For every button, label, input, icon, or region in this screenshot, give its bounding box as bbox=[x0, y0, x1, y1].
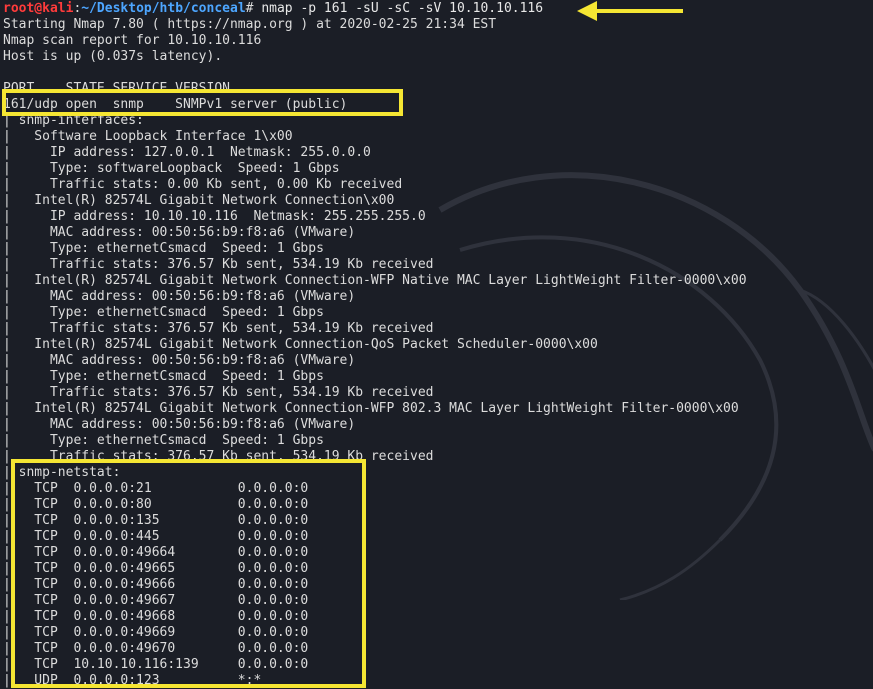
output-line: | TCP 0.0.0.0:49670 0.0.0.0:0 bbox=[3, 641, 309, 656]
output-line: | MAC address: 00:50:56:b9:f8:a6 (VMware… bbox=[3, 353, 356, 368]
output-line: | MAC address: 00:50:56:b9:f8:a6 (VMware… bbox=[3, 289, 356, 304]
output-line: | IP address: 127.0.0.1 Netmask: 255.0.0… bbox=[3, 145, 371, 160]
output-line: | TCP 0.0.0.0:49669 0.0.0.0:0 bbox=[3, 625, 309, 640]
command-text: nmap -p 161 -sU -sC -sV 10.10.10.116 bbox=[261, 1, 544, 16]
output-line: | TCP 0.0.0.0:49664 0.0.0.0:0 bbox=[3, 545, 309, 560]
arrow-left-icon bbox=[577, 1, 683, 21]
output-line: | TCP 10.10.10.116:139 0.0.0.0:0 bbox=[3, 657, 309, 672]
output-line: | Traffic stats: 376.57 Kb sent, 534.19 … bbox=[3, 385, 434, 400]
output-line: | Intel(R) 82574L Gigabit Network Connec… bbox=[3, 273, 747, 288]
output-line: | TCP 0.0.0.0:49667 0.0.0.0:0 bbox=[3, 593, 309, 608]
output-line: | Type: ethernetCsmacd Speed: 1 Gbps bbox=[3, 369, 324, 384]
output-line: Nmap scan report for 10.10.10.116 bbox=[3, 33, 262, 48]
output-line: | TCP 0.0.0.0:49666 0.0.0.0:0 bbox=[3, 577, 309, 592]
output-line: | snmp-netstat: bbox=[3, 465, 121, 480]
output-line: | IP address: 10.10.10.116 Netmask: 255.… bbox=[3, 209, 426, 224]
output-line: | Intel(R) 82574L Gigabit Network Connec… bbox=[3, 193, 395, 208]
prompt-user: root@kali bbox=[3, 1, 74, 16]
output-line: | Type: ethernetCsmacd Speed: 1 Gbps bbox=[3, 305, 324, 320]
output-line: | Traffic stats: 376.57 Kb sent, 534.19 … bbox=[3, 257, 434, 272]
output-line: | TCP 0.0.0.0:49668 0.0.0.0:0 bbox=[3, 609, 309, 624]
output-line: | Traffic stats: 376.57 Kb sent, 534.19 … bbox=[3, 449, 434, 464]
output-line: | MAC address: 00:50:56:b9:f8:a6 (VMware… bbox=[3, 417, 356, 432]
output-line: | TCP 0.0.0.0:21 0.0.0.0:0 bbox=[3, 481, 309, 496]
prompt-symbol: # bbox=[245, 1, 262, 16]
output-line: | Traffic stats: 0.00 Kb sent, 0.00 Kb r… bbox=[3, 177, 403, 192]
output-line: | Type: softwareLoopback Speed: 1 Gbps bbox=[3, 161, 340, 176]
output-line: | Traffic stats: 376.57 Kb sent, 534.19 … bbox=[3, 321, 434, 336]
terminal-output: root@kali:~/Desktop/htb/conceal# nmap -p… bbox=[3, 1, 873, 689]
output-line: | TCP 0.0.0.0:80 0.0.0.0:0 bbox=[3, 497, 309, 512]
output-line: | Software Loopback Interface 1\x00 bbox=[3, 129, 293, 144]
output-line: | Type: ethernetCsmacd Speed: 1 Gbps bbox=[3, 433, 324, 448]
output-line: | MAC address: 00:50:56:b9:f8:a6 (VMware… bbox=[3, 225, 356, 240]
output-line: Starting Nmap 7.80 ( https://nmap.org ) … bbox=[3, 17, 497, 32]
prompt-path: ~/Desktop/htb/conceal bbox=[81, 1, 246, 16]
output-line: | Intel(R) 82574L Gigabit Network Connec… bbox=[3, 401, 739, 416]
output-line: | TCP 0.0.0.0:49665 0.0.0.0:0 bbox=[3, 561, 309, 576]
prompt-line[interactable]: root@kali:~/Desktop/htb/conceal# nmap -p… bbox=[3, 1, 873, 17]
output-line: | TCP 0.0.0.0:135 0.0.0.0:0 bbox=[3, 513, 309, 528]
output-line: | Type: ethernetCsmacd Speed: 1 Gbps bbox=[3, 241, 324, 256]
output-line: | UDP 0.0.0.0:123 *:* bbox=[3, 673, 262, 688]
output-line: | TCP 0.0.0.0:445 0.0.0.0:0 bbox=[3, 529, 309, 544]
output-line: | Intel(R) 82574L Gigabit Network Connec… bbox=[3, 337, 598, 352]
output-line: 161/udp open snmp SNMPv1 server (public) bbox=[3, 97, 348, 112]
output-line: PORT STATE SERVICE VERSION bbox=[3, 81, 230, 96]
output-line: | snmp-interfaces: bbox=[3, 113, 144, 128]
output-lines: Starting Nmap 7.80 ( https://nmap.org ) … bbox=[3, 17, 873, 689]
output-line: Host is up (0.037s latency). bbox=[3, 49, 223, 64]
